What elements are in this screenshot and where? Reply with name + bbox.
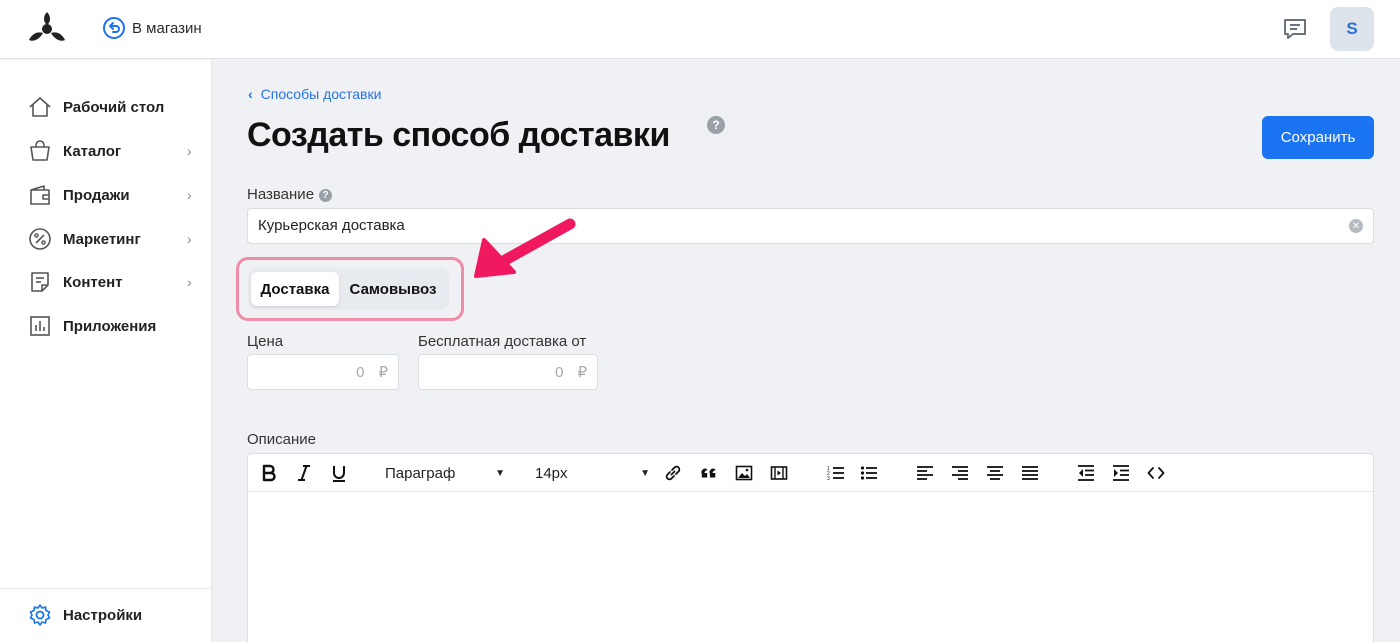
font-size-select[interactable]: 14px ▼	[535, 461, 650, 485]
font-size-value: 14px	[535, 464, 568, 482]
percent-icon	[27, 226, 53, 252]
price-label: Цена	[247, 333, 284, 350]
chevron-right-icon: ›	[187, 143, 192, 159]
sidebar-item-sales[interactable]: Продажи ›	[27, 180, 207, 210]
bar-chart-icon	[27, 313, 53, 339]
italic-icon[interactable]	[295, 461, 313, 485]
free-delivery-input[interactable]: 0 ₽	[418, 354, 598, 390]
avatar[interactable]: S	[1330, 7, 1374, 51]
align-right-icon[interactable]	[951, 461, 969, 485]
document-icon	[27, 269, 53, 295]
chevron-left-icon: ‹	[248, 86, 253, 102]
sidebar-item-content[interactable]: Контент ›	[27, 267, 207, 297]
chevron-right-icon: ›	[187, 274, 192, 290]
tab-delivery[interactable]: Доставка	[251, 272, 339, 306]
sidebar-item-label: Маркетинг	[63, 230, 141, 248]
breadcrumb-label: Способы доставки	[260, 86, 382, 102]
video-icon[interactable]	[770, 461, 788, 485]
align-left-icon[interactable]	[916, 461, 934, 485]
image-icon[interactable]	[735, 461, 753, 485]
sidebar-item-label: Приложения	[63, 317, 157, 335]
sidebar-footer-label: Настройки	[63, 606, 143, 624]
gear-icon	[27, 602, 53, 628]
shopping-bag-icon	[27, 138, 53, 164]
underline-icon[interactable]	[330, 461, 348, 485]
price-input[interactable]: 0 ₽	[247, 354, 399, 390]
tab-pickup[interactable]: Самовывоз	[343, 272, 443, 306]
chevron-right-icon: ›	[187, 231, 192, 247]
sidebar: Рабочий стол Каталог › Продажи › Маркети…	[0, 60, 212, 642]
svg-text:3: 3	[827, 476, 830, 482]
currency-label: ₽	[378, 364, 388, 381]
logo-icon[interactable]	[26, 10, 68, 46]
name-label: Название?	[247, 186, 333, 203]
description-editor[interactable]: Параграф ▼ 14px ▼ 123	[247, 453, 1374, 642]
save-button[interactable]: Сохранить	[1262, 116, 1374, 159]
price-value: 0	[356, 363, 365, 381]
clear-icon[interactable]: ✕	[1349, 219, 1363, 233]
quote-icon[interactable]	[699, 461, 719, 485]
editor-toolbar: Параграф ▼ 14px ▼ 123	[248, 454, 1373, 492]
help-icon[interactable]: ?	[707, 116, 725, 134]
store-link-label: В магазин	[132, 19, 202, 37]
avatar-initial: S	[1346, 19, 1358, 38]
ordered-list-icon[interactable]: 123	[827, 461, 845, 485]
align-justify-icon[interactable]	[1021, 461, 1039, 485]
sidebar-item-settings[interactable]: Настройки	[27, 600, 207, 630]
top-bar: В магазин S	[0, 0, 1400, 59]
wallet-icon	[27, 182, 53, 208]
link-icon[interactable]	[664, 461, 682, 485]
sidebar-footer: Настройки	[0, 588, 211, 642]
bold-icon[interactable]	[260, 461, 278, 485]
free-delivery-value: 0	[555, 363, 564, 381]
block-format-select[interactable]: Параграф ▼	[385, 461, 505, 485]
sidebar-item-catalog[interactable]: Каталог ›	[27, 136, 207, 166]
sidebar-item-dashboard[interactable]: Рабочий стол	[27, 92, 207, 122]
sidebar-item-apps[interactable]: Приложения	[27, 311, 207, 341]
sidebar-item-label: Каталог	[63, 142, 122, 160]
indent-icon[interactable]	[1112, 461, 1130, 485]
description-label: Описание	[247, 431, 317, 448]
name-input[interactable]: Курьерская доставка	[247, 208, 1374, 244]
bullet-list-icon[interactable]	[860, 461, 878, 485]
sidebar-item-label: Контент	[63, 273, 123, 291]
block-format-value: Параграф	[385, 464, 456, 482]
code-icon[interactable]	[1147, 461, 1165, 485]
caret-down-icon: ▼	[640, 467, 650, 479]
breadcrumb[interactable]: ‹ Способы доставки	[248, 86, 381, 102]
currency-label: ₽	[577, 364, 587, 381]
sidebar-item-marketing[interactable]: Маркетинг ›	[27, 224, 207, 254]
delivery-type-switch: Доставка Самовывоз	[248, 268, 449, 310]
free-delivery-label: Бесплатная доставка от	[418, 333, 587, 350]
back-to-store-link[interactable]: В магазин	[102, 16, 202, 40]
help-icon[interactable]: ?	[319, 189, 333, 202]
outdent-icon[interactable]	[1077, 461, 1095, 485]
page-title: Создать способ доставки	[247, 116, 670, 154]
name-label-text: Название	[247, 186, 315, 203]
back-circle-icon	[103, 17, 125, 39]
chat-icon[interactable]	[1282, 16, 1308, 42]
chevron-right-icon: ›	[187, 187, 192, 203]
align-center-icon[interactable]	[986, 461, 1004, 485]
sidebar-item-label: Продажи	[63, 186, 130, 204]
caret-down-icon: ▼	[495, 467, 505, 479]
sidebar-item-label: Рабочий стол	[63, 98, 165, 116]
annotation-arrow-icon	[474, 218, 576, 278]
home-icon	[27, 94, 53, 120]
